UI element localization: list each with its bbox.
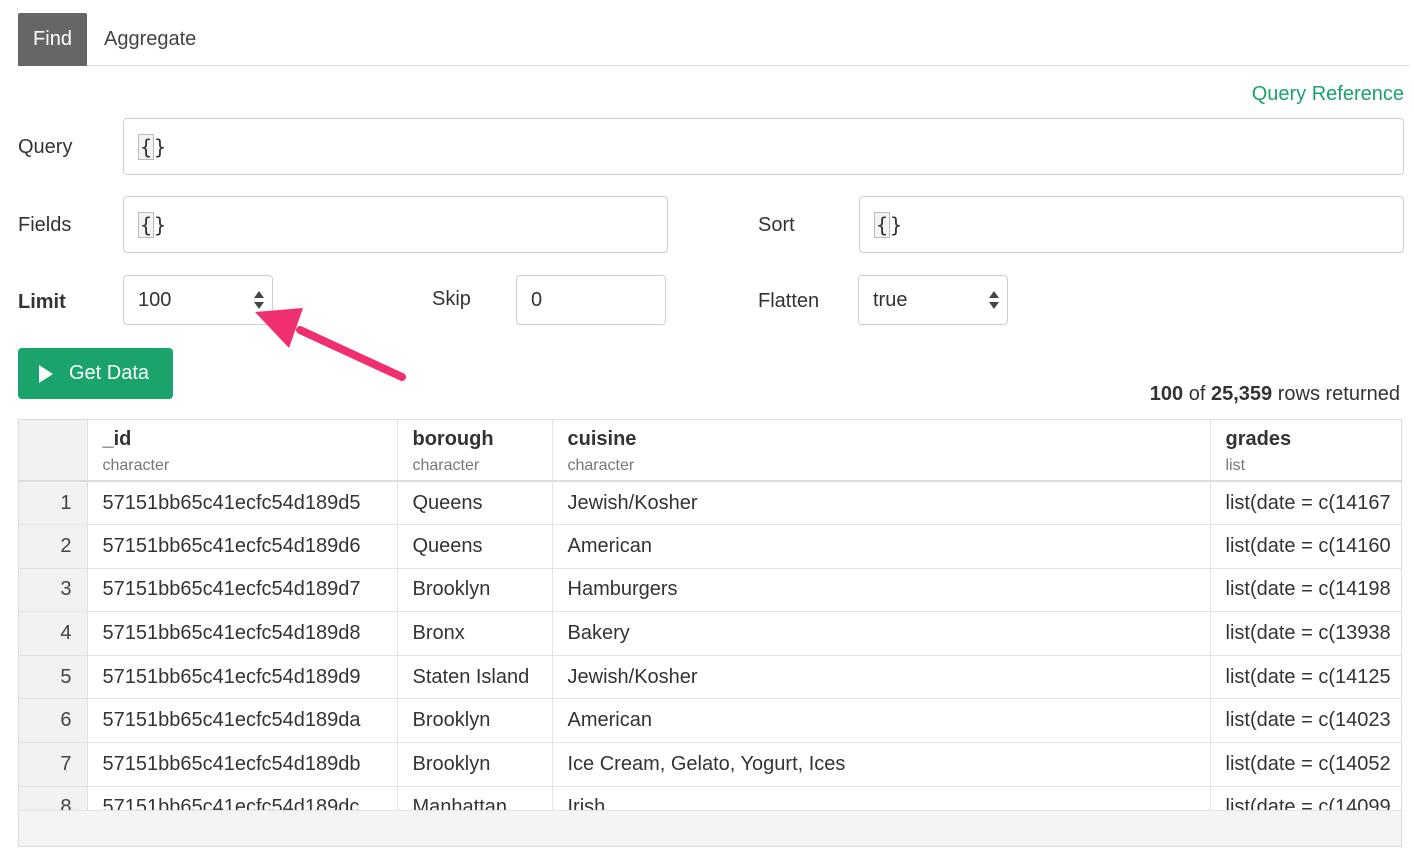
column-header-borough[interactable]: borough character [397, 420, 553, 482]
skip-value: 0 [531, 288, 543, 311]
row-number: 2 [19, 524, 88, 569]
cell-cuisine: American [552, 698, 1211, 744]
results-table[interactable]: _id character borough character cuisine … [18, 419, 1402, 847]
table-row[interactable]: 2 57151bb65c41ecfc54d189d6 Queens American l… [19, 524, 1401, 569]
result-total-count: 25,359 [1210, 383, 1273, 405]
flatten-select[interactable]: true [858, 275, 1008, 325]
row-number: 6 [19, 698, 88, 744]
cell-cuisine: Hamburgers [552, 568, 1211, 613]
cell-cuisine: Jewish/Kosher [552, 655, 1211, 700]
cell-id: 57151bb65c41ecfc54d189d9 [87, 655, 398, 700]
cell-borough: Brooklyn [397, 698, 553, 744]
column-header-grades[interactable]: grades list [1210, 420, 1401, 482]
row-number: 4 [19, 611, 88, 656]
flatten-value: true [873, 288, 908, 311]
play-icon [39, 364, 53, 383]
cell-cuisine: American [552, 524, 1211, 569]
tab-find[interactable]: Find [18, 13, 87, 66]
table-row[interactable]: 4 57151bb65c41ecfc54d189d8 Bronx Bakery list… [19, 611, 1401, 656]
result-summary: 100 of 25,359 rows returned [1150, 383, 1400, 406]
spinner-icon[interactable] [254, 290, 264, 310]
cell-id: 57151bb65c41ecfc54d189d8 [87, 611, 398, 656]
cell-grades: list(date = c(14052 [1210, 742, 1401, 787]
column-header-cuisine[interactable]: cuisine character [552, 420, 1211, 482]
table-row[interactable]: 1 57151bb65c41ecfc54d189d5 Queens Jewish/Ko… [19, 481, 1401, 526]
cell-borough: Queens [397, 481, 553, 526]
flatten-label: Flatten [758, 290, 820, 312]
result-of: of [1188, 383, 1206, 405]
cell-grades: list(date = c(14023 [1210, 698, 1401, 744]
table-row[interactable]: 5 57151bb65c41ecfc54d189d9 Staten Island Je… [19, 655, 1401, 700]
table-header-row: _id character borough character cuisine … [19, 420, 1401, 482]
limit-input[interactable]: 100 [123, 275, 273, 325]
fields-editor[interactable]: {} [123, 196, 668, 253]
row-number: 1 [19, 481, 88, 526]
limit-label: Limit [18, 291, 66, 313]
table-row[interactable]: 7 57151bb65c41ecfc54d189db Brooklyn Ice Cre… [19, 742, 1401, 787]
fields-value: {} [138, 211, 167, 238]
query-reference-link[interactable]: Query Reference [1252, 83, 1404, 106]
cell-cuisine: Jewish/Kosher [552, 481, 1211, 526]
cell-cuisine: Bakery [552, 611, 1211, 656]
cell-borough: Queens [397, 524, 553, 569]
cell-id: 57151bb65c41ecfc54d189d5 [87, 481, 398, 526]
query-value: {} [138, 133, 167, 160]
tab-bar: Find Aggregate [18, 13, 1410, 66]
get-data-label: Get Data [69, 362, 150, 384]
cell-grades: list(date = c(13938 [1210, 611, 1401, 656]
cell-borough: Brooklyn [397, 742, 553, 787]
table-row[interactable]: 3 57151bb65c41ecfc54d189d7 Brooklyn Hamburg… [19, 568, 1401, 613]
limit-value: 100 [138, 288, 172, 311]
get-data-button[interactable]: Get Data [18, 348, 173, 399]
fields-label: Fields [18, 214, 72, 236]
skip-label: Skip [432, 288, 471, 310]
tab-aggregate[interactable]: Aggregate [104, 13, 196, 66]
row-number-header [19, 420, 88, 482]
row-number: 7 [19, 742, 88, 787]
arrow-icon [255, 308, 406, 381]
cell-borough: Bronx [397, 611, 553, 656]
select-arrows-icon [989, 290, 999, 310]
query-label: Query [18, 136, 73, 158]
sort-editor[interactable]: {} [859, 196, 1404, 253]
table-row[interactable]: 6 57151bb65c41ecfc54d189da Brooklyn America… [19, 698, 1401, 744]
cell-id: 57151bb65c41ecfc54d189d6 [87, 524, 398, 569]
cell-grades: list(date = c(14160 [1210, 524, 1401, 569]
result-suffix: rows returned [1277, 383, 1400, 405]
column-header-id[interactable]: _id character [87, 420, 398, 482]
cell-cuisine: Ice Cream, Gelato, Yogurt, Ices [552, 742, 1211, 787]
sort-label: Sort [758, 214, 795, 236]
horizontal-scrollbar[interactable] [19, 810, 1401, 846]
query-editor[interactable]: {} [123, 118, 1404, 175]
data-grid: _id character borough character cuisine … [19, 420, 1401, 831]
cell-id: 57151bb65c41ecfc54d189da [87, 698, 398, 744]
cell-borough: Staten Island [397, 655, 553, 700]
skip-input[interactable]: 0 [516, 275, 666, 325]
sort-value: {} [874, 211, 903, 238]
row-number: 5 [19, 655, 88, 700]
cell-grades: list(date = c(14125 [1210, 655, 1401, 700]
row-number: 3 [19, 568, 88, 613]
cell-grades: list(date = c(14167 [1210, 481, 1401, 526]
cell-grades: list(date = c(14198 [1210, 568, 1401, 613]
cell-id: 57151bb65c41ecfc54d189db [87, 742, 398, 787]
result-shown-count: 100 [1149, 383, 1184, 405]
query-brace-close: } [154, 134, 167, 159]
cell-id: 57151bb65c41ecfc54d189d7 [87, 568, 398, 613]
cell-borough: Brooklyn [397, 568, 553, 613]
